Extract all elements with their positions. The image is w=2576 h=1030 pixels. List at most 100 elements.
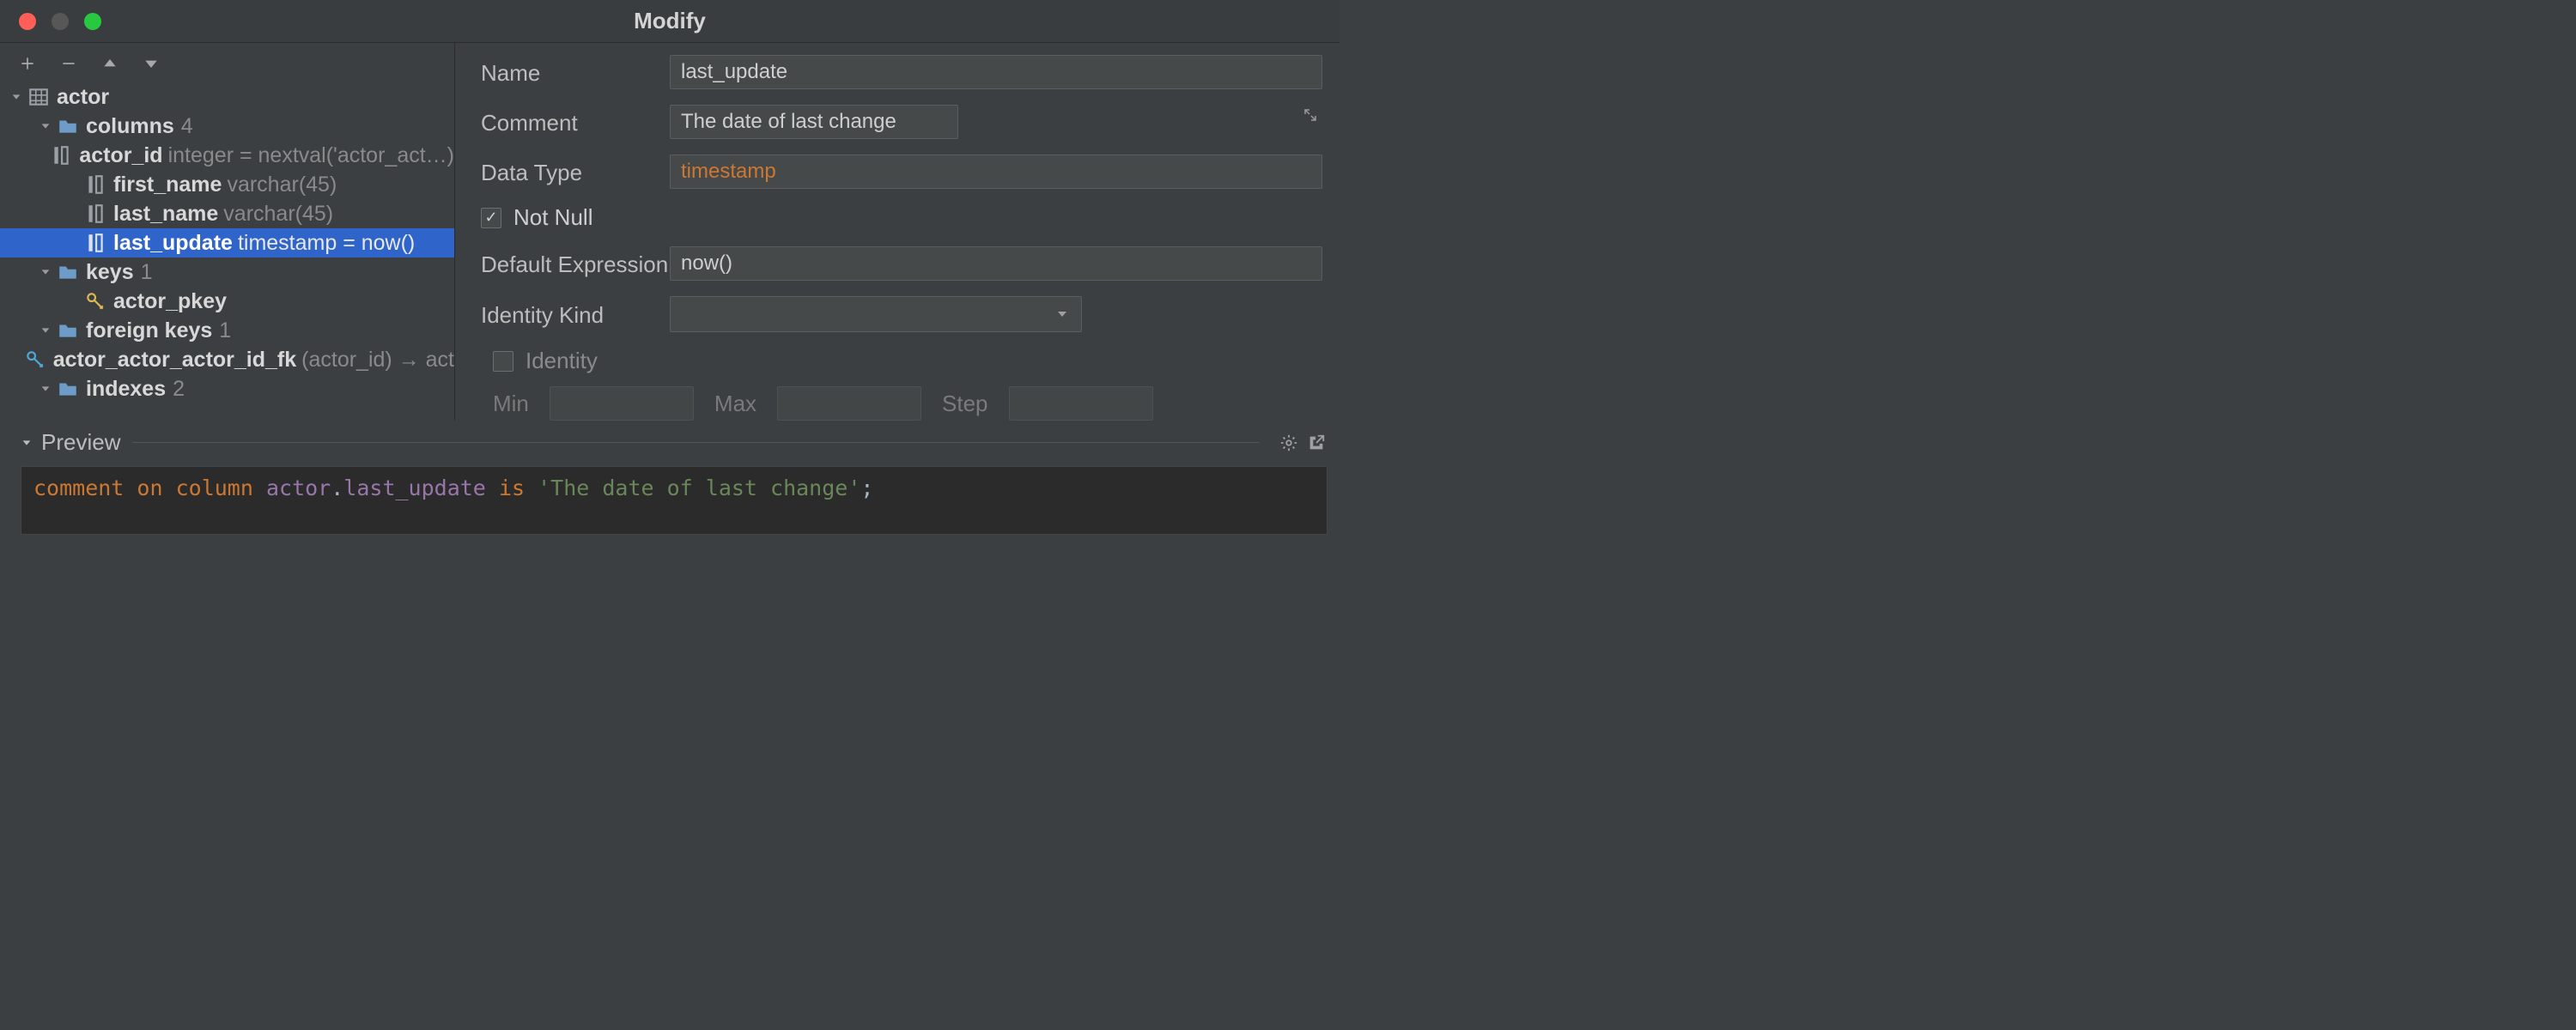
tree-fkey-actor-actor-actor-id-fk[interactable]: actor_actor_actor_id_fk (actor_id) → act: [0, 345, 454, 374]
foreign-key-icon: [24, 348, 46, 371]
sql-token: 'The date of last change': [538, 476, 860, 500]
column-editor: Name Comment Data Type Not Null: [455, 43, 1340, 421]
tree-detail: (actor_id) → act: [301, 348, 454, 373]
identity-range: Min Max Step: [493, 386, 1322, 421]
window-controls: [0, 13, 101, 30]
minimize-window-button[interactable]: [52, 13, 69, 30]
identity-label: Identity: [526, 348, 598, 374]
comment-label: Comment: [481, 108, 670, 136]
chevron-down-icon: [9, 91, 24, 103]
table-icon: [27, 86, 50, 108]
tree-column-last-update[interactable]: last_update timestamp = now(): [0, 228, 454, 258]
tree-label: actor_actor_actor_id_fk: [53, 348, 296, 373]
move-up-button[interactable]: [98, 52, 122, 76]
chevron-down-icon: [38, 383, 53, 395]
tree-column-actor-id[interactable]: actor_id integer = nextval('actor_act…): [0, 141, 454, 170]
sql-preview[interactable]: comment on column actor.last_update is '…: [21, 466, 1327, 535]
tree-label: actor_id: [79, 143, 162, 168]
comment-input[interactable]: [670, 105, 958, 139]
tree-columns[interactable]: columns 4: [0, 112, 454, 141]
tree-count: 1: [141, 260, 153, 285]
remove-button[interactable]: [57, 52, 81, 76]
tree-label: indexes: [86, 377, 166, 402]
zoom-window-button[interactable]: [84, 13, 101, 30]
tree-column-first-name[interactable]: first_name varchar(45): [0, 170, 454, 199]
default-input[interactable]: [670, 246, 1322, 281]
column-icon: [84, 173, 106, 196]
modify-window: Modify: [0, 0, 1340, 1030]
close-window-button[interactable]: [19, 13, 36, 30]
tree-label: last_name: [113, 202, 218, 227]
left-panel: actor columns 4: [0, 43, 455, 421]
chevron-down-icon: [38, 120, 53, 132]
window-title: Modify: [0, 8, 1340, 34]
identity-checkbox[interactable]: [493, 351, 513, 372]
datatype-input[interactable]: [670, 154, 1322, 189]
tree-key-actor-pkey[interactable]: actor_pkey: [0, 287, 454, 316]
tree-count: 2: [173, 377, 185, 402]
column-icon: [50, 144, 72, 167]
sql-token: last_update: [343, 476, 486, 500]
tree-detail: varchar(45): [223, 202, 333, 227]
sql-token: on: [137, 476, 162, 500]
tree-keys[interactable]: keys 1: [0, 258, 454, 287]
datatype-label: Data Type: [481, 158, 670, 186]
folder-icon: [57, 378, 79, 400]
column-icon: [84, 203, 106, 225]
sql-token: actor: [266, 476, 331, 500]
sql-token: ;: [860, 476, 873, 500]
sql-token: is: [499, 476, 525, 500]
chevron-down-icon: [38, 266, 53, 278]
tree-label: columns: [86, 114, 174, 139]
max-input[interactable]: [777, 386, 921, 421]
tree-detail: timestamp = now(): [238, 231, 415, 256]
move-down-button[interactable]: [139, 52, 163, 76]
tree-indexes[interactable]: indexes 2: [0, 374, 454, 403]
tree-label: keys: [86, 260, 134, 285]
tree-label: actor_pkey: [113, 289, 227, 314]
identitykind-label: Identity Kind: [481, 300, 670, 329]
tree-count: 1: [219, 318, 231, 343]
folder-icon: [57, 115, 79, 137]
tree-label: foreign keys: [86, 318, 212, 343]
folder-icon: [57, 261, 79, 283]
min-input[interactable]: [550, 386, 694, 421]
step-label: Step: [942, 391, 988, 417]
tree-label: last_update: [113, 231, 233, 256]
structure-tree[interactable]: actor columns 4: [0, 82, 454, 421]
tree-label: first_name: [113, 173, 222, 197]
key-icon: [84, 290, 106, 312]
expand-icon[interactable]: [1303, 108, 1317, 126]
name-input[interactable]: [670, 55, 1322, 89]
notnull-label: Not Null: [513, 204, 592, 231]
tree-label: actor: [57, 85, 109, 110]
step-input[interactable]: [1009, 386, 1153, 421]
gear-icon[interactable]: [1279, 433, 1298, 452]
min-label: Min: [493, 391, 529, 417]
chevron-down-icon: [21, 437, 33, 449]
notnull-checkbox[interactable]: [481, 208, 501, 228]
open-external-icon[interactable]: [1307, 433, 1326, 452]
preview-label: Preview: [41, 429, 120, 456]
tree-root-actor[interactable]: actor: [0, 82, 454, 112]
sql-token: comment: [33, 476, 124, 500]
chevron-down-icon: [1055, 307, 1069, 321]
max-label: Max: [714, 391, 756, 417]
preview-header[interactable]: Preview: [0, 421, 1340, 461]
chevron-down-icon: [38, 324, 53, 336]
folder-icon: [57, 319, 79, 342]
default-label: Default Expression: [481, 250, 670, 278]
main-area: actor columns 4: [0, 43, 1340, 421]
divider: [132, 442, 1259, 443]
tree-count: 4: [181, 114, 193, 139]
tree-foreign-keys[interactable]: foreign keys 1: [0, 316, 454, 345]
sql-token: column: [176, 476, 253, 500]
tree-detail: integer = nextval('actor_act…): [168, 143, 454, 168]
identitykind-select[interactable]: [670, 296, 1082, 332]
tree-column-last-name[interactable]: last_name varchar(45): [0, 199, 454, 228]
tree-detail: varchar(45): [227, 173, 337, 197]
titlebar: Modify: [0, 0, 1340, 43]
column-icon: [84, 232, 106, 254]
add-button[interactable]: [15, 52, 39, 76]
sql-token: .: [331, 476, 343, 500]
